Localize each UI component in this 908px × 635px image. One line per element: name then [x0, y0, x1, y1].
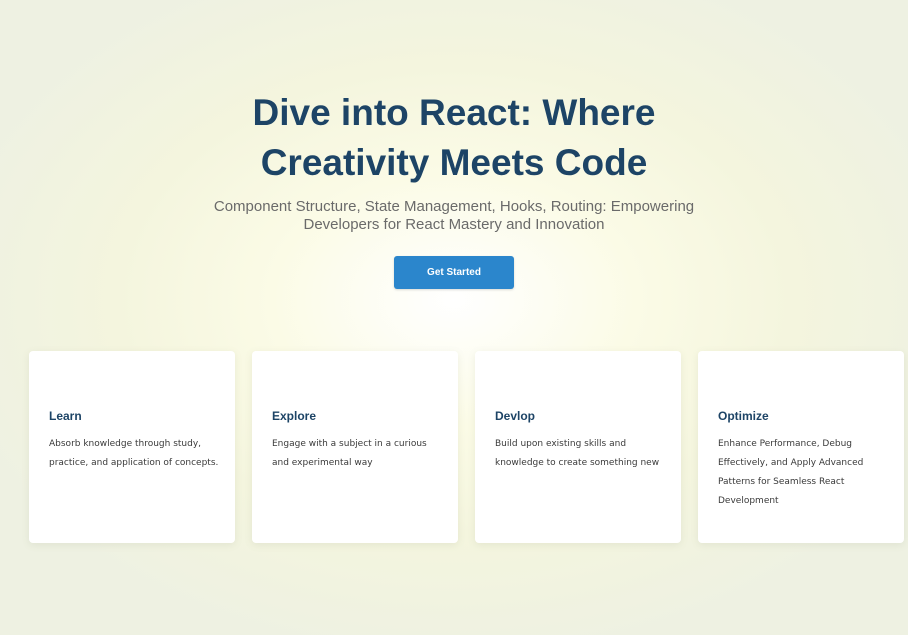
card-title: Learn — [49, 409, 82, 423]
card-title: Explore — [272, 409, 317, 423]
hero-title: Dive into React: Where Creativity Meets … — [252, 92, 656, 183]
card-learn: Learn Absorb knowledge through study, pr… — [29, 351, 235, 543]
card-description: Build upon existing skills and knowledge… — [495, 439, 660, 468]
card-devlop: Devlop Build upon existing skills and kn… — [475, 351, 681, 543]
card-description: Engage with a subject in a curious and e… — [272, 439, 427, 468]
card-optimize: Optimize Enhance Performance, Debug Effe… — [698, 351, 904, 543]
card-explore: Explore Engage with a subject in a curio… — [252, 351, 458, 543]
feature-cards: Learn Absorb knowledge through study, pr… — [29, 351, 905, 543]
get-started-button[interactable]: Get Started — [394, 256, 514, 289]
hero-section: Dive into React: Where Creativity Meets … — [0, 88, 908, 289]
card-title: Optimize — [718, 409, 769, 423]
card-description: Absorb knowledge through study, practice… — [49, 439, 219, 468]
hero-subtitle: Component Structure, State Management, H… — [213, 198, 695, 233]
card-description: Enhance Performance, Debug Effectively, … — [718, 439, 864, 506]
card-title: Devlop — [495, 409, 536, 423]
